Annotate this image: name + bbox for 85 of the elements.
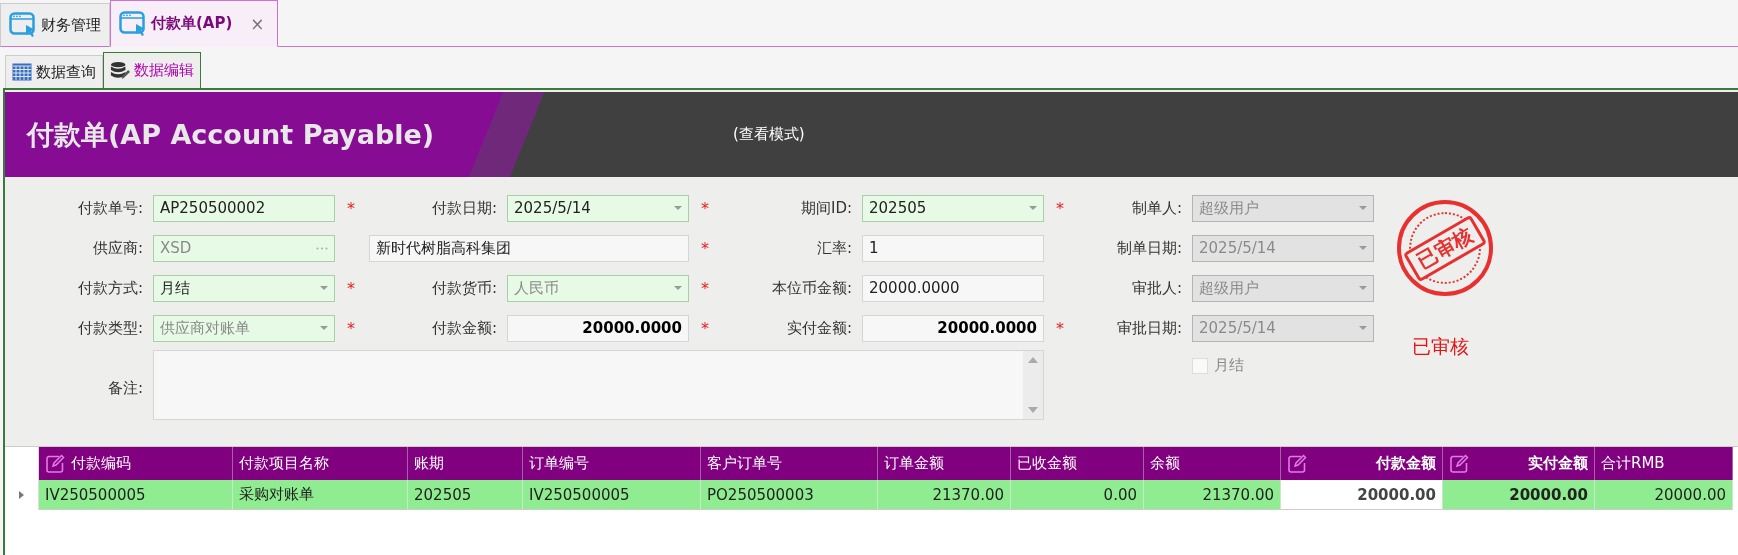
window-cursor-icon	[9, 11, 37, 39]
caret-icon	[1359, 206, 1367, 210]
column-header[interactable]: 付款金额	[1281, 447, 1443, 480]
field-label: 付款方式:	[77, 278, 144, 298]
field-label: 本位币金额:	[771, 278, 853, 298]
input-field[interactable]: 20000.0000	[862, 314, 1044, 342]
field-label: 期间ID:	[800, 198, 853, 218]
caret-icon	[320, 286, 328, 290]
required-mark: *	[700, 318, 710, 338]
column-header[interactable]: 订单金额	[878, 447, 1011, 480]
column-header[interactable]: 合计RMB	[1595, 447, 1733, 480]
table-cell: 20000.00	[1281, 480, 1443, 510]
field-label: 付款单号:	[77, 198, 144, 218]
scroll-down-icon[interactable]	[1028, 407, 1038, 413]
required-mark: *	[346, 198, 356, 218]
view-tab[interactable]: 数据编辑	[103, 52, 201, 88]
input-field[interactable]: 新时代树脂高科集团	[369, 234, 689, 262]
column-header[interactable]: 实付金额	[1443, 447, 1595, 480]
column-header[interactable]: 订单编号	[523, 447, 701, 480]
caret-icon	[1029, 206, 1037, 210]
input-field[interactable]: AP250500002	[153, 194, 335, 222]
view-tab[interactable]: 数据查询	[5, 55, 103, 88]
field-label: 汇率:	[816, 238, 853, 258]
caret-icon	[1359, 326, 1367, 330]
close-button[interactable]: ×	[250, 13, 265, 34]
required-mark: *	[346, 318, 356, 338]
column-header[interactable]: 已收金额	[1011, 447, 1144, 480]
column-header[interactable]: 余额	[1144, 447, 1281, 480]
field-label: 供应商:	[92, 238, 144, 258]
dropdown-field[interactable]: 2025/5/14	[507, 194, 689, 222]
input-field[interactable]: 20000.0000	[507, 314, 689, 342]
field-label: 制单人:	[1131, 198, 1183, 218]
caret-icon	[674, 286, 682, 290]
dropdown-field[interactable]: 月结	[153, 274, 335, 302]
status-label: 已审核	[1412, 334, 1470, 359]
table-cell: 20000.00	[1595, 480, 1733, 510]
dropdown-field[interactable]: 202505	[862, 194, 1044, 222]
database-pencil-icon	[110, 60, 130, 81]
field-label: 付款金额:	[431, 318, 498, 338]
column-header[interactable]: 付款编码	[39, 447, 233, 480]
caret-icon	[1359, 286, 1367, 290]
remarks-field[interactable]	[153, 350, 1044, 420]
field-label: 付款货币:	[431, 278, 498, 298]
field-label: 制单日期:	[1116, 238, 1183, 258]
caret-icon	[1359, 246, 1367, 250]
column-header[interactable]: 付款项目名称	[233, 447, 408, 480]
required-mark: *	[700, 238, 710, 258]
document-tab[interactable]: 财务管理	[0, 3, 110, 47]
table-cell: 21370.00	[878, 480, 1011, 510]
caret-icon	[674, 206, 682, 210]
column-header[interactable]: 客户订单号	[701, 447, 878, 480]
checkbox[interactable]	[1192, 357, 1208, 374]
input-field[interactable]: 1	[862, 234, 1044, 262]
scroll-up-icon[interactable]	[1028, 357, 1038, 363]
field-label: 备注:	[107, 378, 144, 398]
field-label: 付款日期:	[431, 198, 498, 218]
table-cell: 0.00	[1011, 480, 1144, 510]
table-cell: 21370.00	[1144, 480, 1281, 510]
table-cell: 20000.00	[1443, 480, 1595, 510]
field-label: 审批人:	[1131, 278, 1183, 298]
table-cell: IV250500005	[523, 480, 701, 510]
scrollbar[interactable]	[1023, 351, 1043, 419]
form-title: 付款单(AP Account Payable)	[27, 117, 435, 152]
input-field[interactable]: 20000.0000	[862, 274, 1044, 302]
required-mark: *	[346, 278, 356, 298]
required-mark: *	[1055, 318, 1065, 338]
field-label: 审批日期:	[1116, 318, 1183, 338]
window-cursor-icon	[119, 9, 147, 38]
ellipsis-icon	[316, 246, 328, 250]
table-cell: 采购对账单	[233, 480, 408, 510]
required-mark: *	[1055, 198, 1065, 218]
grid-icon	[12, 63, 32, 81]
column-header[interactable]: 账期	[408, 447, 523, 480]
caret-icon	[320, 326, 328, 330]
required-mark: *	[700, 198, 710, 218]
field-label: 付款类型:	[77, 318, 144, 338]
approved-stamp: 已审核	[1397, 200, 1493, 296]
table-cell: 202505	[408, 480, 523, 510]
mode-label: (查看模式)	[733, 125, 805, 144]
document-tab[interactable]: 付款单(AP) ×	[110, 0, 278, 47]
required-mark: *	[700, 278, 710, 298]
table-cell: IV250500005	[39, 480, 233, 510]
table-cell: PO250500003	[701, 480, 878, 510]
field-label: 实付金额:	[786, 318, 853, 338]
checkbox-label: 月结	[1214, 356, 1244, 375]
